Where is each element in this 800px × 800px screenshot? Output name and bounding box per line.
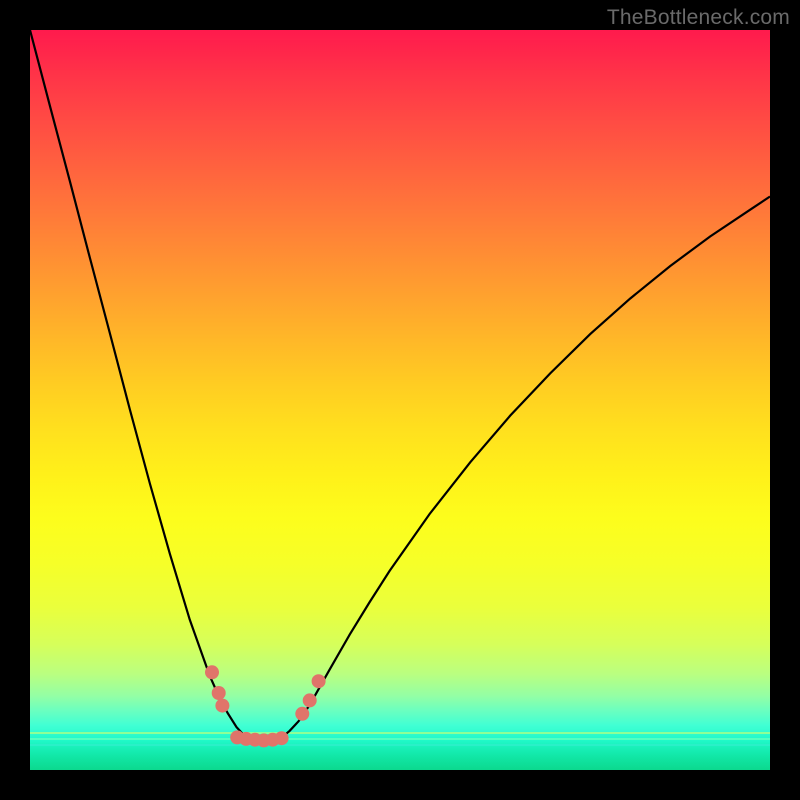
curve-marker	[212, 686, 226, 700]
chart-frame: TheBottleneck.com	[0, 0, 800, 800]
watermark-text: TheBottleneck.com	[607, 6, 790, 30]
marker-group	[205, 665, 326, 747]
plot-area	[30, 30, 770, 770]
curve-marker	[303, 693, 317, 707]
curve-marker	[215, 699, 229, 713]
curve-marker	[205, 665, 219, 679]
curve-marker	[312, 674, 326, 688]
bottleneck-curve	[30, 30, 770, 743]
curve-marker	[275, 731, 289, 745]
curve-marker	[295, 707, 309, 721]
curve-svg	[30, 30, 770, 770]
